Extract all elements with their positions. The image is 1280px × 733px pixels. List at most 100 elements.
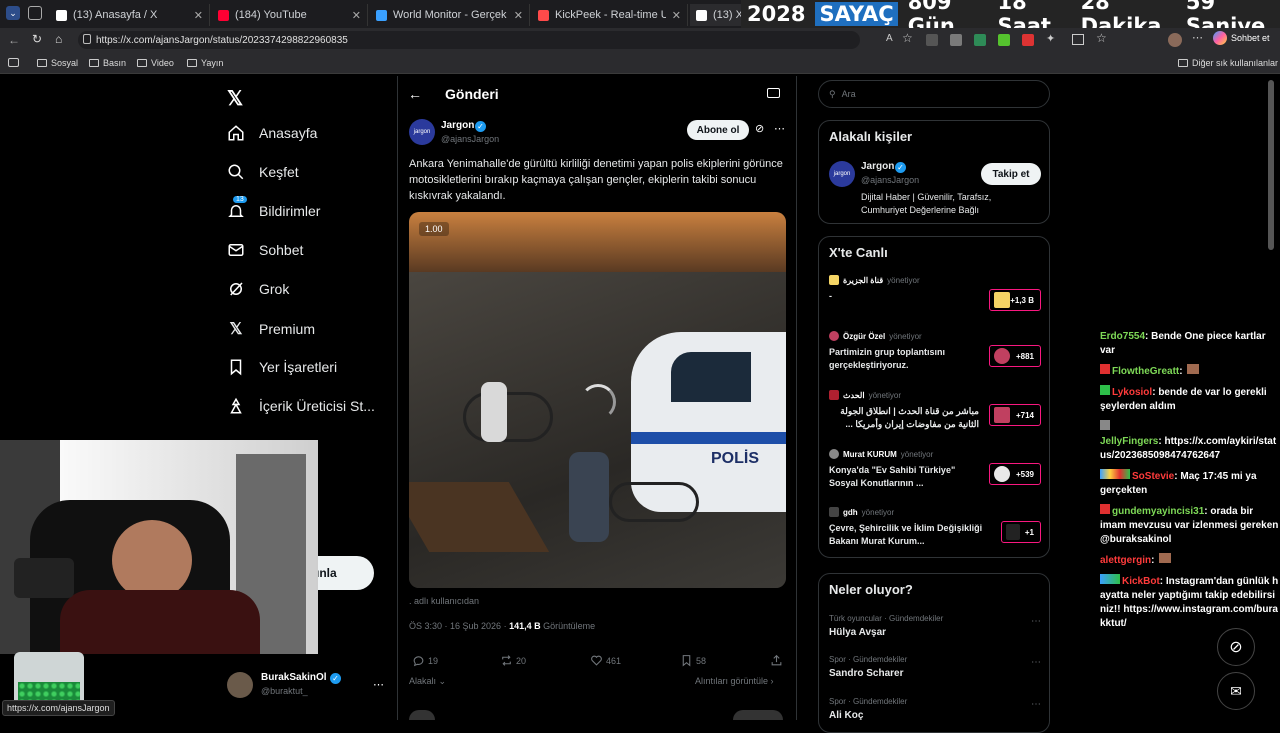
live-count: +539 [989,463,1041,485]
sidebar-item-grok[interactable]: Grok [227,280,289,298]
sidebar-item-explore[interactable]: Keşfet [227,163,299,181]
bookmark-button[interactable]: 58 [680,654,706,667]
grok-icon: ⊘ [1229,639,1243,656]
share-button[interactable] [770,654,783,667]
more-icon[interactable]: ⋯ [1192,31,1203,44]
live-item[interactable]: Özgür Özel yönetiyor Partimizin grup topl… [829,331,1041,381]
close-icon[interactable]: ✕ [194,9,203,22]
close-icon[interactable]: ✕ [672,9,681,22]
messages-floating-button[interactable]: ✉ [1217,672,1255,710]
extension-icon[interactable] [950,34,962,46]
follow-button[interactable]: Takip et [981,163,1041,185]
reload-icon[interactable]: ↻ [32,32,42,46]
countdown-overlay: 2028 SAYAÇ 809 Gün 18 Saat 28 Dakika 59 … [741,0,1280,38]
live-avatar [994,348,1010,364]
extension-icon[interactable] [926,34,938,46]
video-person [481,382,507,442]
tab-youtube[interactable]: (184) YouTube ✕ [212,4,368,26]
search-input[interactable]: ⚲ Ara [818,80,1050,108]
live-item[interactable]: الحدث yönetiyor مباشر من قناة الحدث | انط… [829,390,1041,440]
account-name: BurakSakinOl [261,672,327,683]
more-icon[interactable]: ⋯ [774,122,785,135]
more-icon[interactable]: ⋯ [1031,699,1041,710]
listener-count: +881 [1015,351,1034,361]
host-avatar [829,331,839,341]
folder-icon [89,59,99,67]
trend-item[interactable]: Spor · Gündemdekiler Sandro Scharer ⋯ [829,655,1041,679]
sidebar-item-premium[interactable]: 𝕏 Premium [227,319,315,339]
more-icon[interactable]: ⋯ [1031,616,1041,627]
video-speed-badge[interactable]: 1.00 [419,222,449,236]
avatar[interactable]: jargon [829,161,855,187]
bookmark-folder[interactable]: Sosyal [37,58,78,68]
back-arrow-icon[interactable]: ← [408,86,422,102]
favorite-star-icon[interactable]: ☆ [902,31,913,45]
extension-icon[interactable] [1022,34,1034,46]
bookmark-folder[interactable]: Basın [89,58,126,68]
page-scrollbar[interactable] [1268,80,1274,250]
like-button[interactable]: 461 [590,654,621,667]
related-name[interactable]: Jargon [861,161,894,172]
badge-icon [1100,504,1110,514]
author-name[interactable]: Jargon [441,120,474,131]
close-icon[interactable]: ✕ [514,9,523,22]
more-icon[interactable]: ⋯ [1031,657,1041,668]
workspaces-icon[interactable] [28,6,42,20]
extensions-puzzle-icon[interactable]: ✦ [1046,32,1055,45]
tab-kickpeek[interactable]: KickPeek - Real-time URL Crawler ✕ [532,4,688,26]
close-icon[interactable]: ✕ [352,9,361,22]
sidebar-item-bookmarks[interactable]: Yer İşaretleri [227,358,337,376]
replies-sort-dropdown[interactable]: Alakalı ⌄ [409,676,446,687]
folder-icon [37,59,47,67]
reply-avatar[interactable] [409,710,435,720]
badge-icon [1100,385,1110,395]
copilot-button[interactable]: Sohbet et [1213,31,1270,45]
address-bar[interactable]: https://x.com/ajansJargon/status/2023374… [78,31,860,49]
author-avatar[interactable]: jargon [409,119,435,145]
subscribe-button[interactable]: Abone ol [687,120,749,140]
read-aloud-icon[interactable]: A [886,33,893,44]
author-handle[interactable]: @ajansJargon [441,134,499,144]
live-item[interactable]: قناة الجزيرة yönetiyor - +1,3 B [829,275,1041,319]
card-title: X'te Canlı [829,245,888,260]
sidebar-toggle-icon[interactable] [8,58,19,67]
bookmark-folder[interactable]: Yayın [187,58,223,68]
trend-item[interactable]: Türk oyuncular · Gündemdekiler Hülya Avş… [829,614,1041,638]
reply-action-button[interactable] [733,710,783,720]
tab-world-monitor[interactable]: World Monitor - Gerçek Zamanlı K ✕ [370,4,530,26]
sidebar-item-messages[interactable]: Sohbet [227,241,303,259]
x-logo-icon[interactable]: 𝕏 [227,86,243,111]
post-actions: 19 20 461 58 [412,654,784,670]
live-item[interactable]: gdh yönetiyor Çevre, Şehircilik ve İklim … [829,507,1041,557]
home-icon[interactable]: ⌂ [55,32,62,46]
split-screen-icon[interactable] [1072,34,1084,45]
favorites-icon[interactable]: ☆ [1096,31,1107,45]
sidebar-item-notifications[interactable]: 13 Bildirimler [227,196,320,220]
sidebar-item-home[interactable]: Anasayfa [227,124,317,142]
profile-avatar[interactable] [1168,33,1182,47]
view-quotes-link[interactable]: Alıntıları görüntüle › [695,676,774,686]
back-icon[interactable]: ← [8,33,20,47]
chat-user: JellyFingers [1100,436,1159,447]
sidebar-item-creator-studio[interactable]: İçerik Üreticisi St... [227,397,375,415]
more-icon[interactable]: ⋯ [373,678,384,691]
tab-x-home[interactable]: (13) Anasayfa / X ✕ [50,4,210,26]
repost-button[interactable]: 20 [500,654,526,667]
reader-view-icon[interactable] [767,88,780,98]
trend-item[interactable]: Spor · Gündemdekiler Ali Koç ⋯ [829,697,1041,721]
post-time[interactable]: ÖS 3:30 · 16 Şub 2026 · [409,621,509,631]
live-item[interactable]: Murat KURUM yönetiyor Konya'da "Ev Sahibi… [829,449,1041,499]
other-bookmarks[interactable]: Diğer sık kullanılanlar [1178,58,1278,68]
reply-button[interactable]: 19 [412,654,438,667]
post-column: ← Gönderi jargon Jargon ✓ @ajansJargon A… [397,76,797,720]
bookmark-folder[interactable]: Video [137,58,174,68]
extension-icon[interactable] [974,34,986,46]
tab-actions-icon[interactable]: ⌄ [6,6,20,20]
video-motorcycle [609,482,699,522]
post-video[interactable]: POLİS 1.00 [409,212,786,588]
grok-icon[interactable]: ⊘ [755,122,764,135]
extension-icon[interactable] [998,34,1010,46]
account-switcher[interactable]: BurakSakinOl ✓ @buraktut_ ⋯ [227,672,387,702]
tab-title: World Monitor - Gerçek Zamanlı K [393,9,508,21]
avatar [227,672,253,698]
